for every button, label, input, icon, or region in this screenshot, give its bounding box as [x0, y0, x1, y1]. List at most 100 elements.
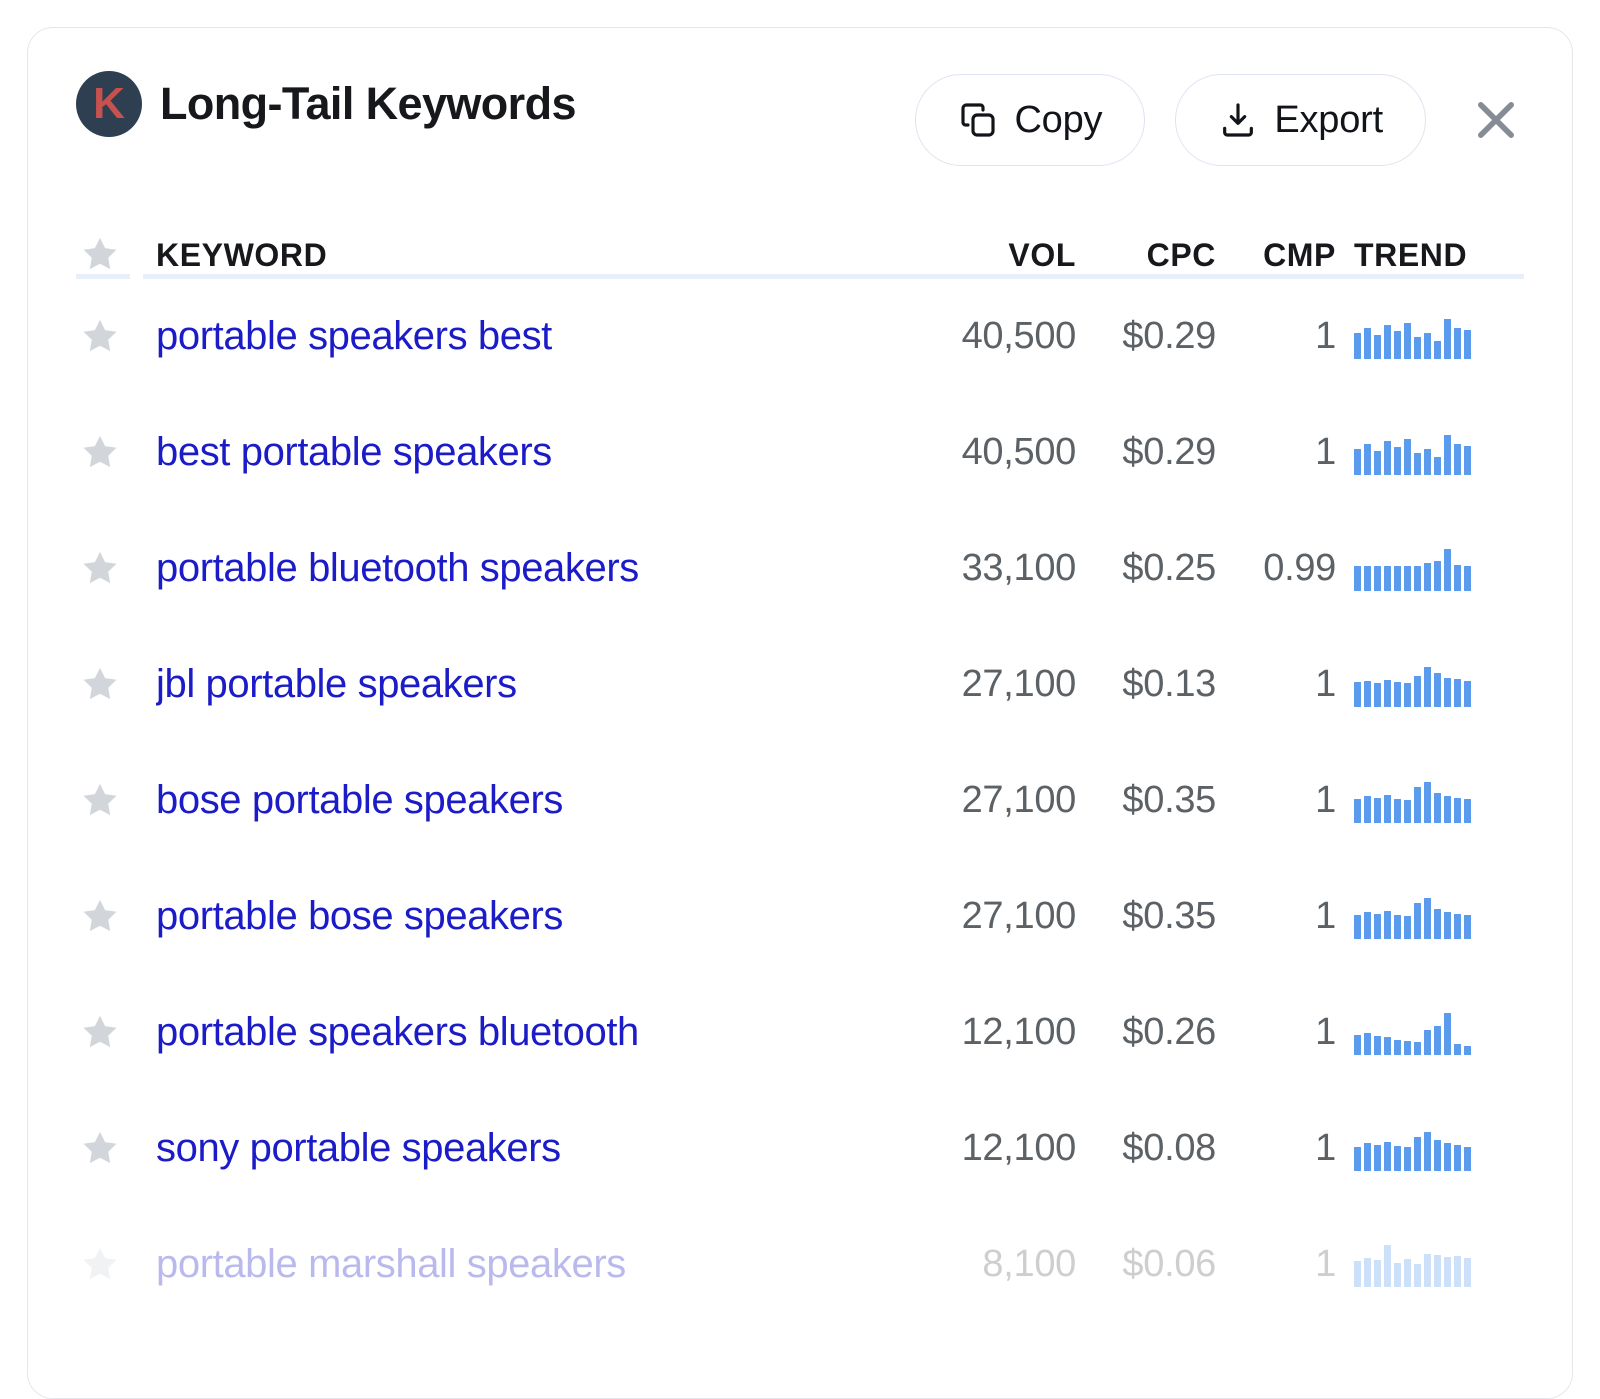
header-actions: Copy Export — [915, 74, 1540, 166]
panel-header: K Long-Tail Keywords Copy Export — [28, 28, 1572, 180]
cpc-cell: $0.35 — [1076, 779, 1216, 822]
star-icon[interactable] — [80, 316, 120, 356]
trend-cell — [1336, 545, 1524, 591]
close-button[interactable] — [1464, 88, 1528, 152]
favorite-star-cell[interactable] — [76, 896, 156, 936]
trend-sparkline — [1354, 429, 1471, 475]
keyword-link[interactable]: portable marshall speakers — [156, 1242, 626, 1286]
competition-value: 1 — [1315, 314, 1336, 357]
keyword-cell[interactable]: portable bose speakers — [156, 894, 924, 939]
app-logo-icon: K — [76, 71, 142, 137]
cpc-cell: $0.29 — [1076, 315, 1216, 358]
keyword-cell[interactable]: bose portable speakers — [156, 778, 924, 823]
competition-cell: 1 — [1216, 895, 1336, 938]
volume-value: 27,100 — [961, 662, 1077, 705]
competition-value: 1 — [1315, 1126, 1336, 1169]
keyword-link[interactable]: sony portable speakers — [156, 1126, 561, 1170]
table-row[interactable]: best portable speakers 40,500 $0.29 1 — [76, 394, 1524, 510]
trend-sparkline — [1354, 545, 1471, 591]
cpc-cell: $0.29 — [1076, 431, 1216, 474]
star-icon[interactable] — [80, 1128, 120, 1168]
competition-cell: 1 — [1216, 315, 1336, 358]
volume-value: 33,100 — [961, 546, 1077, 589]
trend-cell — [1336, 1125, 1524, 1171]
table-row[interactable]: sony portable speakers 12,100 $0.08 1 — [76, 1090, 1524, 1206]
keyword-link[interactable]: jbl portable speakers — [156, 662, 517, 706]
keyword-link[interactable]: best portable speakers — [156, 430, 552, 474]
table-row[interactable]: portable speakers bluetooth 12,100 $0.26 1 — [76, 974, 1524, 1090]
competition-value: 0.99 — [1263, 546, 1336, 589]
competition-value: 1 — [1315, 778, 1336, 821]
keyword-cell[interactable]: portable marshall speakers — [156, 1242, 924, 1287]
header-keyword[interactable]: KEYWORD — [156, 237, 924, 274]
copy-button[interactable]: Copy — [915, 74, 1146, 166]
star-icon[interactable] — [80, 780, 120, 820]
star-icon[interactable] — [80, 664, 120, 704]
star-icon — [83, 237, 117, 270]
header-star-cell — [76, 234, 156, 274]
volume-cell: 12,100 — [924, 1127, 1077, 1170]
trend-cell — [1336, 661, 1524, 707]
keyword-link[interactable]: portable speakers bluetooth — [156, 1010, 639, 1054]
star-icon[interactable] — [80, 548, 120, 588]
competition-value: 1 — [1315, 1010, 1336, 1053]
header-trend[interactable]: TREND — [1336, 237, 1524, 274]
competition-cell: 1 — [1216, 1243, 1336, 1286]
cpc-value: $0.06 — [1122, 1242, 1216, 1285]
trend-sparkline — [1354, 313, 1471, 359]
competition-cell: 0.99 — [1216, 547, 1336, 590]
volume-value: 27,100 — [961, 894, 1077, 937]
table-row[interactable]: jbl portable speakers 27,100 $0.13 1 — [76, 626, 1524, 742]
trend-sparkline — [1354, 1241, 1471, 1287]
header-cpc-label: CPC — [1146, 237, 1216, 273]
trend-cell — [1336, 1241, 1524, 1287]
table-row[interactable]: portable bose speakers 27,100 $0.35 1 — [76, 858, 1524, 974]
table-row[interactable]: portable speakers best 40,500 $0.29 1 — [76, 278, 1524, 394]
favorite-star-cell[interactable] — [76, 664, 156, 704]
favorite-star-cell[interactable] — [76, 1012, 156, 1052]
keyword-link[interactable]: portable bose speakers — [156, 894, 563, 938]
cpc-value: $0.26 — [1122, 1010, 1216, 1053]
cpc-value: $0.25 — [1122, 546, 1216, 589]
volume-value: 12,100 — [961, 1010, 1077, 1053]
volume-value: 8,100 — [982, 1242, 1076, 1285]
cpc-value: $0.08 — [1122, 1126, 1216, 1169]
keyword-cell[interactable]: portable bluetooth speakers — [156, 546, 924, 591]
keyword-cell[interactable]: portable speakers best — [156, 314, 924, 359]
export-button[interactable]: Export — [1175, 74, 1426, 166]
cpc-cell: $0.13 — [1076, 663, 1216, 706]
keyword-link[interactable]: bose portable speakers — [156, 778, 563, 822]
favorite-star-cell[interactable] — [76, 432, 156, 472]
star-icon[interactable] — [80, 896, 120, 936]
volume-cell: 40,500 — [924, 314, 1077, 358]
header-divider — [76, 274, 1524, 279]
volume-cell: 27,100 — [924, 662, 1077, 706]
volume-value: 40,500 — [961, 314, 1077, 357]
header-cmp[interactable]: CMP — [1216, 237, 1336, 274]
keyword-cell[interactable]: best portable speakers — [156, 430, 924, 475]
table-row[interactable]: bose portable speakers 27,100 $0.35 1 — [76, 742, 1524, 858]
competition-value: 1 — [1315, 894, 1336, 937]
keywords-table: KEYWORD VOL CPC CMP TREND portable speak… — [28, 180, 1572, 1322]
cpc-value: $0.35 — [1122, 894, 1216, 937]
star-icon[interactable] — [80, 1012, 120, 1052]
competition-value: 1 — [1315, 430, 1336, 473]
trend-sparkline — [1354, 1125, 1471, 1171]
keyword-link[interactable]: portable bluetooth speakers — [156, 546, 639, 590]
favorite-star-cell[interactable] — [76, 1244, 156, 1284]
keyword-cell[interactable]: portable speakers bluetooth — [156, 1010, 924, 1055]
keyword-cell[interactable]: jbl portable speakers — [156, 662, 924, 707]
favorite-star-cell[interactable] — [76, 780, 156, 820]
header-vol[interactable]: VOL — [924, 237, 1076, 274]
header-cpc[interactable]: CPC — [1076, 237, 1216, 274]
favorite-star-cell[interactable] — [76, 316, 156, 356]
competition-value: 1 — [1315, 1242, 1336, 1285]
favorite-star-cell[interactable] — [76, 1128, 156, 1168]
favorite-star-cell[interactable] — [76, 548, 156, 588]
keyword-link[interactable]: portable speakers best — [156, 314, 552, 358]
star-icon[interactable] — [80, 1244, 120, 1284]
table-row[interactable]: portable marshall speakers 8,100 $0.06 1 — [76, 1206, 1524, 1322]
keyword-cell[interactable]: sony portable speakers — [156, 1126, 924, 1171]
star-icon[interactable] — [80, 432, 120, 472]
table-row[interactable]: portable bluetooth speakers 33,100 $0.25 0.… — [76, 510, 1524, 626]
